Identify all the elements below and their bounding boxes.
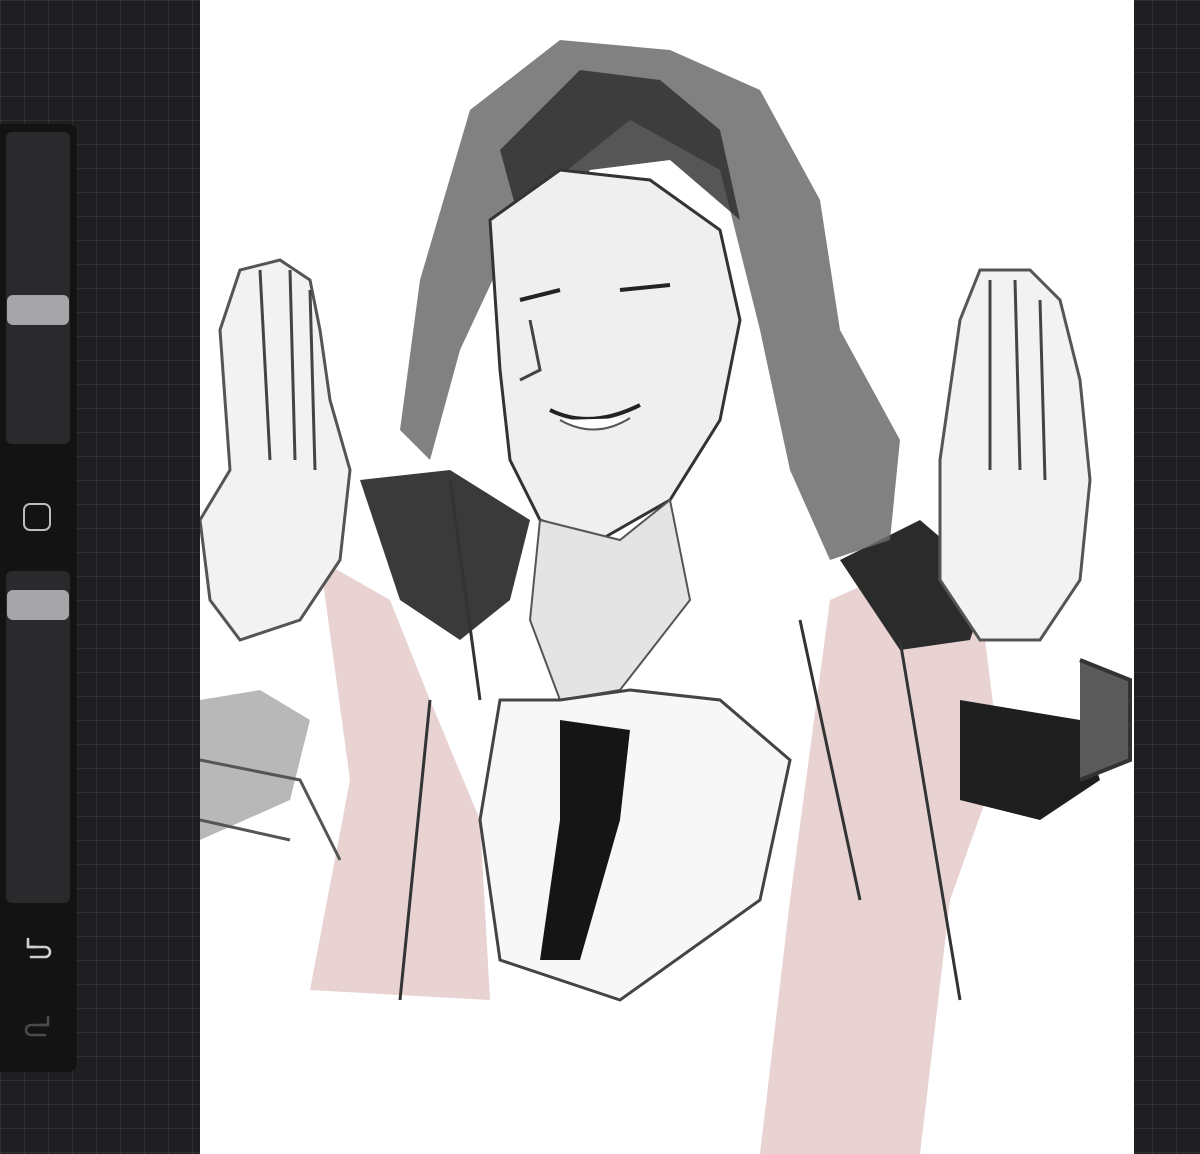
modify-button[interactable] bbox=[20, 500, 54, 534]
opacity-slider-thumb[interactable] bbox=[7, 589, 69, 620]
undo-arrow-icon bbox=[26, 937, 52, 959]
square-icon bbox=[23, 503, 51, 531]
drawing-canvas[interactable] bbox=[200, 0, 1134, 1154]
brush-size-slider[interactable] bbox=[6, 132, 70, 444]
brush-size-slider-thumb[interactable] bbox=[7, 294, 69, 325]
redo-arrow-icon bbox=[24, 1015, 50, 1037]
opacity-slider[interactable] bbox=[6, 571, 70, 903]
undo-button[interactable] bbox=[18, 928, 58, 968]
redo-button[interactable] bbox=[18, 1006, 58, 1046]
sidebar-toolbar bbox=[0, 124, 77, 1072]
artwork-sketch bbox=[200, 40, 1132, 1154]
workspace bbox=[0, 0, 1200, 1154]
